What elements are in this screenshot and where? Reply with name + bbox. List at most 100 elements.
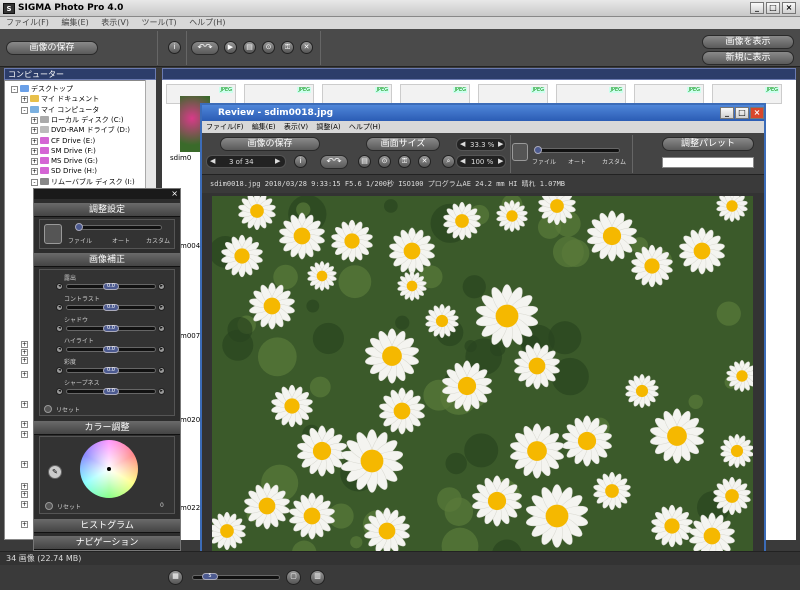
compare-view-icon[interactable]: ▥ [310,570,325,585]
new-display-button[interactable]: 新規に表示 [702,51,794,65]
palette-close-icon[interactable]: × [171,189,178,199]
color-reset-icon[interactable] [45,502,53,510]
decrease-icon[interactable]: ◂ [56,304,63,311]
thumbnail-size-knob[interactable]: 5 [202,573,218,580]
expand-icon[interactable]: + [31,168,38,176]
expand-icon[interactable]: - [31,178,38,186]
decrease-icon[interactable]: ◂ [56,388,63,395]
expand-icon[interactable]: + [31,116,38,124]
review-minimize-icon[interactable]: _ [720,107,734,119]
thumbnail[interactable]: JPEG [322,84,392,104]
photo-preview[interactable] [212,196,753,558]
minimize-icon[interactable]: _ [750,2,764,14]
expand-icon[interactable]: + [31,137,38,145]
mode-track[interactable] [76,225,162,230]
expand-icon[interactable]: + [21,401,28,408]
delete-icon[interactable]: ✕ [300,41,313,54]
thumbnail[interactable]: JPEG [478,84,548,104]
next-page-icon[interactable]: ▶ [275,157,280,165]
zoom2-prev-icon[interactable]: ◀ [460,157,465,165]
palette-titlebar[interactable]: × [34,189,180,199]
tree-item[interactable]: + ローカル ディスク (C:) [31,115,124,125]
tree-item[interactable]: - マイ コンピュータ [21,105,99,115]
show-image-button[interactable]: 画像を表示 [702,35,794,49]
decrease-icon[interactable]: ◂ [56,346,63,353]
expand-icon[interactable]: + [21,341,28,348]
color-wheel[interactable] [80,440,138,498]
close-icon[interactable]: × [782,2,796,14]
prev-page-icon[interactable]: ◀ [210,157,215,165]
review-delete-icon[interactable]: ✕ [418,155,431,168]
review-file-mode-icon[interactable] [512,143,528,161]
expand-icon[interactable]: + [31,147,38,155]
thumbnail[interactable]: JPEG [634,84,704,104]
menu-tools[interactable]: ツール(T) [142,17,177,29]
increase-icon[interactable]: ▸ [158,388,165,395]
image-correction-title[interactable]: 画像補正 [34,253,180,267]
review-info-icon[interactable]: i [294,155,307,168]
increase-icon[interactable]: ▸ [158,304,165,311]
review-maximize-icon[interactable]: □ [735,107,749,119]
lock-icon[interactable]: ⊙ [262,41,275,54]
magnifier-icon[interactable]: ⌕ [442,155,455,168]
expand-icon[interactable]: + [21,96,28,104]
expand-icon[interactable]: - [21,106,28,114]
expand-icon[interactable]: + [21,461,28,468]
expand-icon[interactable]: + [21,371,28,378]
grid-view-icon[interactable]: ▦ [168,570,183,585]
save-image-button[interactable]: 画像の保存 [6,41,98,55]
review-save-button[interactable]: 画像の保存 [220,137,320,151]
thumbnail[interactable]: JPEG [400,84,470,104]
review-rotate-buttons[interactable]: ↶↷ [320,155,348,169]
zoom-selector-2[interactable]: ◀ 100 % ▶ [456,155,506,168]
review-menu-file[interactable]: ファイル(F) [206,123,244,131]
slider-knob[interactable]: 0.0 [103,346,119,353]
tree-item[interactable]: + マイ ドキュメント [21,94,99,104]
tree-item[interactable]: + MS Drive (G:) [31,156,98,166]
file-mode-icon[interactable] [44,224,62,244]
zoom-prev-icon[interactable]: ◀ [460,140,465,148]
adjust-settings-title[interactable]: 調整設定 [34,203,180,217]
menu-view[interactable]: 表示(V) [101,17,129,29]
single-view-icon[interactable]: ▢ [286,570,301,585]
maximize-icon[interactable]: □ [766,2,780,14]
increase-icon[interactable]: ▸ [158,346,165,353]
decrease-icon[interactable]: ◂ [56,325,63,332]
slider-knob[interactable]: 0.0 [103,283,119,290]
slider-knob[interactable]: 0.0 [103,367,119,374]
tree-item[interactable]: + SD Drive (H:) [31,166,97,176]
review-menu-view[interactable]: 表示(V) [284,123,308,131]
tree-item[interactable]: - デスクトップ [11,84,73,94]
review-print-icon[interactable]: ▤ [358,155,371,168]
navigation-title[interactable]: ナビゲーション [34,536,180,550]
play-icon[interactable]: ▶ [224,41,237,54]
reset-icon[interactable] [44,405,52,413]
mode-knob[interactable] [75,223,83,231]
slider-knob[interactable]: 0.0 [103,325,119,332]
rotate-buttons[interactable]: ↶↷ [191,41,219,55]
expand-icon[interactable]: + [21,431,28,438]
adjust-palette-field[interactable] [662,157,754,168]
key-icon[interactable]: ⚿ [281,41,294,54]
color-adjust-title[interactable]: カラー調整 [34,421,180,435]
tree-item[interactable]: + SM Drive (F:) [31,146,96,156]
menu-file[interactable]: ファイル(F) [6,17,49,29]
expand-icon[interactable]: + [21,491,28,498]
zoom-next-icon[interactable]: ▶ [498,140,503,148]
expand-icon[interactable]: + [31,158,38,166]
expand-icon[interactable]: + [21,421,28,428]
decrease-icon[interactable]: ◂ [56,367,63,374]
increase-icon[interactable]: ▸ [158,283,165,290]
expand-icon[interactable]: - [11,86,18,93]
review-close-icon[interactable]: × [750,107,764,119]
zoom-selector[interactable]: ◀ 33.3 % ▶ [456,138,506,151]
expand-icon[interactable]: + [21,521,28,528]
review-menu-help[interactable]: ヘルプ(H) [349,123,381,131]
increase-icon[interactable]: ▸ [158,367,165,374]
histogram-title[interactable]: ヒストグラム [34,519,180,533]
zoom2-next-icon[interactable]: ▶ [498,157,503,165]
info-icon[interactable]: i [168,41,181,54]
reset-label[interactable]: リセット [56,405,80,414]
thumbnail[interactable]: JPEG [244,84,314,104]
review-lock-icon[interactable]: ⊙ [378,155,391,168]
